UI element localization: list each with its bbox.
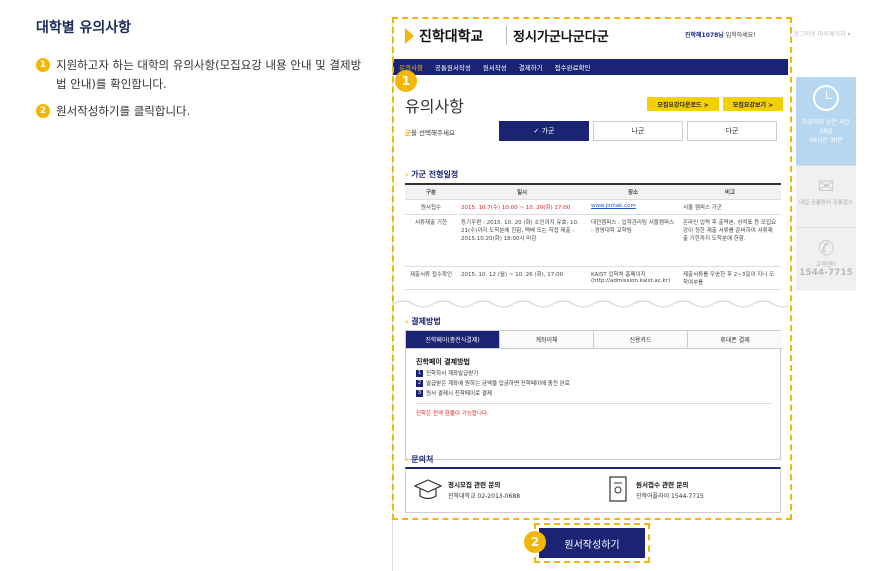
common-application-link[interactable]: ✉ 대입 공통원서 공통접수 (796, 165, 856, 227)
deadline-timer: 마감까지 남은 시간 18일 06시간 30분 (796, 77, 856, 165)
step-number-2: 2 (36, 104, 50, 118)
customer-center-link[interactable]: ✆ 고객센터 1544-7715 (796, 227, 856, 289)
timer-label: 마감까지 남은 시간 (802, 119, 850, 126)
clock-icon (813, 85, 839, 111)
guide-step-2-text: 원서작성하기를 클릭합니다. (56, 104, 191, 118)
step-number-1: 1 (36, 58, 50, 72)
customer-phone: 1544-7715 (799, 268, 853, 278)
guide-step-1: 1 지원하고자 하는 대학의 유의사항(모집요강 내용 안내 및 결제방법 안내… (36, 56, 366, 94)
guide-step-2: 2 원서작성하기를 클릭합니다. (36, 102, 366, 121)
guide-step-1-text: 지원하고자 하는 대학의 유의사항(모집요강 내용 안내 및 결제방법 안내)를… (56, 58, 362, 91)
phone-icon: ✆ (817, 236, 835, 260)
highlight-notice-area (392, 17, 792, 520)
envelope-icon: ✉ (817, 174, 835, 198)
callout-bubble-2: 2 (524, 531, 546, 553)
callout-bubble-1: 1 (395, 70, 417, 92)
timer-days: 18일 (819, 128, 833, 135)
guide-title: 대학별 유의사항 (36, 20, 132, 36)
right-sidebar: 마감까지 남은 시간 18일 06시간 30분 ✉ 대입 공통원서 공통접수 ✆… (796, 77, 856, 291)
timer-time: 06시간 30분 (809, 137, 843, 144)
sidebar-item-label: 대입 공통원서 공통접수 (798, 200, 854, 206)
header-right-links[interactable]: | 로그아웃 마이페이지 ▾ (790, 29, 850, 38)
write-application-button[interactable]: 원서작성하기 (539, 528, 645, 558)
